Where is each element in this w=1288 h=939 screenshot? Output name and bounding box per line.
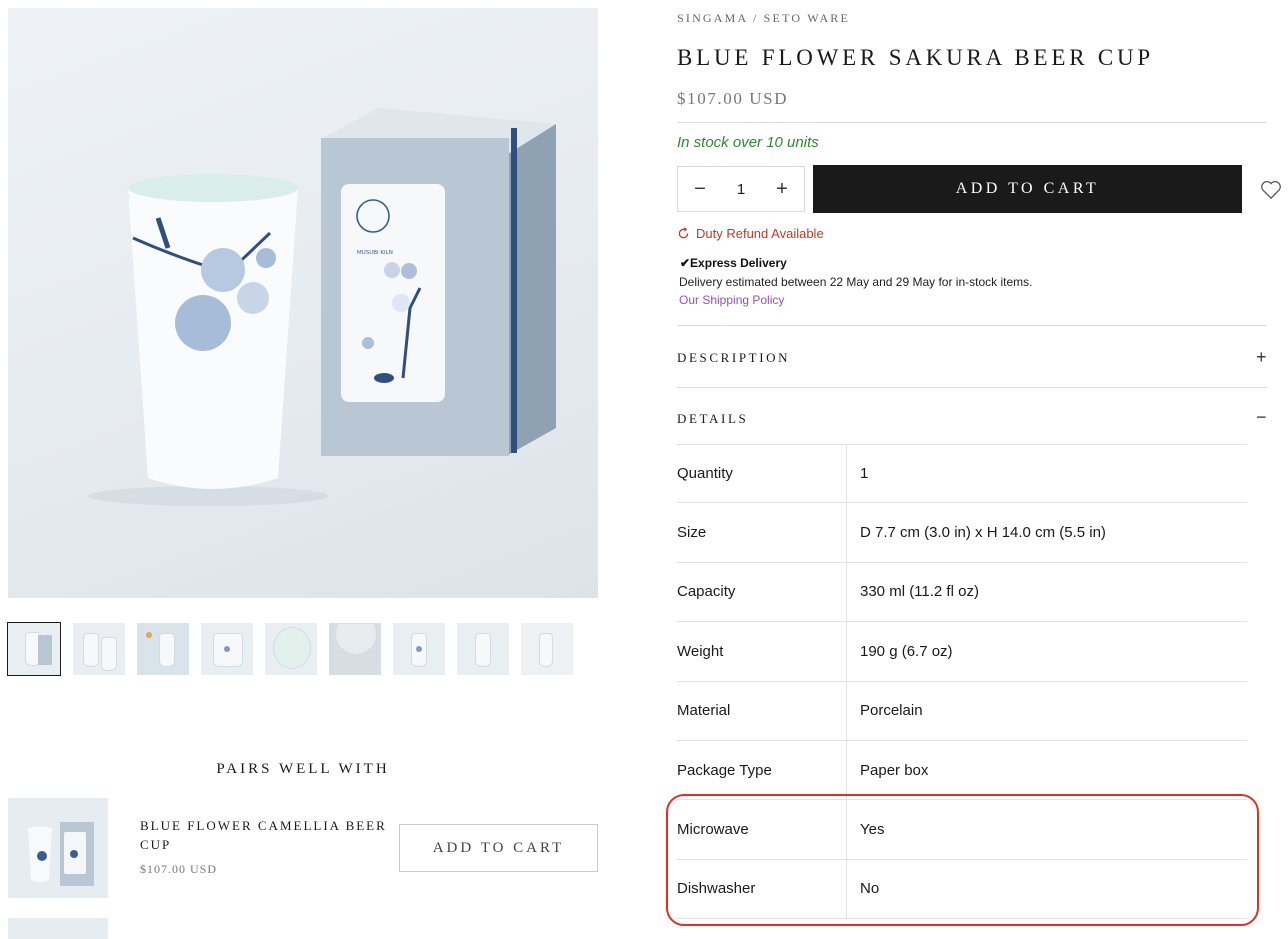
thumbnail-1[interactable]: [7, 622, 61, 676]
thumbnail-3[interactable]: [137, 623, 189, 675]
detail-value: D 7.7 cm (3.0 in) x H 14.0 cm (5.5 in): [860, 524, 1106, 542]
plus-icon[interactable]: +: [1256, 348, 1267, 366]
detail-value: 1: [860, 465, 869, 483]
thumbnail-7[interactable]: [393, 623, 445, 675]
heart-icon[interactable]: [1260, 180, 1282, 200]
express-delivery-title: ✔Express Delivery: [680, 256, 787, 270]
detail-value: 330 ml (11.2 fl oz): [860, 583, 979, 601]
detail-label: Dishwasher: [677, 859, 847, 919]
details-table: Quantity 1 Size D 7.7 cm (3.0 in) x H 14…: [677, 444, 1247, 920]
table-row: Microwave Yes: [677, 800, 1247, 860]
quantity-value[interactable]: 1: [737, 181, 745, 198]
detail-value: Porcelain: [860, 702, 923, 720]
product-photo-illustration: MUSUBI KILN: [88, 108, 556, 506]
thumbnail-9[interactable]: [521, 623, 573, 675]
thumbnail-6[interactable]: [329, 623, 381, 675]
thumbnail-5[interactable]: [265, 623, 317, 675]
thumbnail-2[interactable]: [73, 623, 125, 675]
table-row: Material Porcelain: [677, 681, 1247, 741]
pair-product-image-2[interactable]: [8, 918, 108, 939]
detail-value: 190 g (6.7 oz): [860, 642, 953, 660]
refresh-icon: [678, 227, 689, 239]
breadcrumb[interactable]: SINGAMA / SETO WARE: [677, 11, 850, 26]
detail-label: Microwave: [677, 800, 847, 859]
accordion-description[interactable]: DESCRIPTION: [677, 350, 790, 366]
table-row: Capacity 330 ml (11.2 fl oz): [677, 562, 1247, 623]
stock-status: In stock over 10 units: [677, 134, 819, 151]
product-price: $107.00 USD: [677, 89, 789, 108]
thumbnail-4[interactable]: [201, 623, 253, 675]
minus-icon[interactable]: −: [1256, 408, 1267, 426]
add-to-cart-button[interactable]: ADD TO CART: [813, 165, 1242, 213]
express-delivery-text: Delivery estimated between 22 May and 29…: [679, 275, 1033, 289]
table-row: Package Type Paper box: [677, 740, 1247, 801]
divider: [677, 387, 1267, 388]
shipping-policy-link[interactable]: Our Shipping Policy: [679, 293, 784, 307]
detail-label: Package Type: [677, 740, 847, 800]
detail-label: Capacity: [677, 562, 847, 622]
minus-icon[interactable]: −: [692, 179, 708, 199]
pair-product-price: $107.00 USD: [140, 862, 218, 876]
duty-refund-text: Duty Refund Available: [696, 226, 824, 241]
box-label-text: MUSUBI KILN: [357, 250, 393, 256]
table-row: Weight 190 g (6.7 oz): [677, 622, 1247, 682]
table-row: Dishwasher No: [677, 859, 1247, 920]
thumbnail-strip: [7, 622, 573, 676]
pair-product-image[interactable]: [8, 798, 108, 898]
detail-label: Size: [677, 503, 847, 562]
detail-value: Paper box: [860, 761, 929, 779]
divider: [677, 325, 1267, 326]
quantity-stepper: − 1 +: [677, 166, 805, 212]
plus-icon[interactable]: +: [774, 179, 790, 199]
duty-refund: Duty Refund Available: [677, 226, 824, 241]
pair-product-name[interactable]: BLUE FLOWER CAMELLIA BEER CUP: [140, 816, 390, 854]
detail-label: Material: [677, 681, 847, 740]
detail-value: Yes: [860, 821, 885, 839]
pairs-well-with-title: PAIRS WELL WITH: [216, 761, 390, 777]
detail-label: Quantity: [677, 445, 847, 503]
product-title: BLUE FLOWER SAKURA BEER CUP: [677, 45, 1155, 70]
detail-value: No: [860, 880, 880, 898]
divider: [677, 122, 1267, 123]
pair-add-to-cart-button[interactable]: ADD TO CART: [399, 824, 598, 872]
thumbnail-8[interactable]: [457, 623, 509, 675]
detail-label: Weight: [677, 622, 847, 681]
accordion-details[interactable]: DETAILS: [677, 411, 748, 427]
pair-product-photo: [28, 822, 94, 886]
product-main-image[interactable]: MUSUBI KILN: [8, 8, 598, 598]
table-row: Size D 7.7 cm (3.0 in) x H 14.0 cm (5.5 …: [677, 503, 1247, 563]
table-row: Quantity 1: [677, 444, 1247, 504]
